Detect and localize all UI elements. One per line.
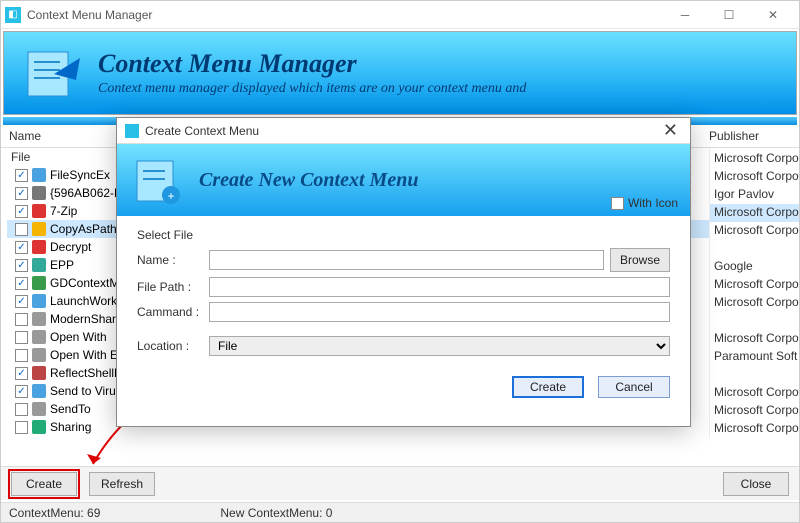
publisher-cell: Igor Pavlov: [710, 186, 799, 204]
checkbox-icon[interactable]: [15, 421, 28, 434]
publisher-cell: Microsoft Corpo: [710, 420, 799, 438]
item-icon: [32, 402, 46, 416]
item-label: SendTo: [50, 402, 91, 416]
publisher-cell: Microsoft Corpo: [710, 204, 799, 222]
dialog-app-icon: [125, 124, 139, 138]
checkbox-icon[interactable]: ✓: [15, 367, 28, 380]
location-select[interactable]: File: [209, 336, 670, 356]
dialog-close-icon[interactable]: ✕: [659, 120, 682, 141]
banner-title: Context Menu Manager: [98, 49, 526, 79]
dialog-heading: Create New Context Menu: [199, 169, 418, 192]
svg-text:+: +: [167, 189, 174, 203]
item-icon: [32, 240, 46, 254]
close-button[interactable]: Close: [723, 472, 789, 496]
dialog-titlebar: Create Context Menu ✕: [117, 118, 690, 144]
item-icon: [32, 222, 46, 236]
column-publisher[interactable]: Publisher: [709, 129, 759, 143]
banner-subtitle: Context menu manager displayed which ite…: [98, 81, 526, 97]
checkbox-icon[interactable]: [15, 403, 28, 416]
publisher-cell: [710, 312, 799, 330]
item-icon: [32, 204, 46, 218]
section-select-file: Select File: [137, 228, 670, 242]
checkbox-icon[interactable]: ✓: [15, 205, 28, 218]
publisher-cell: Microsoft Corpo: [710, 402, 799, 420]
status-bar: ContextMenu: 69 New ContextMenu: 0: [1, 502, 799, 522]
publisher-cell: Microsoft Corpo: [710, 150, 799, 168]
checkbox-icon[interactable]: ✓: [15, 259, 28, 272]
checkbox-icon[interactable]: [15, 349, 28, 362]
checkbox-icon[interactable]: ✓: [15, 187, 28, 200]
status-right: New ContextMenu: 0: [220, 506, 332, 520]
checkbox-icon[interactable]: ✓: [15, 169, 28, 182]
maximize-button[interactable]: ☐: [707, 2, 751, 28]
item-label: EPP: [50, 258, 74, 272]
publisher-cell: [710, 240, 799, 258]
item-icon: [32, 276, 46, 290]
command-input[interactable]: [209, 302, 670, 322]
checkbox-icon[interactable]: [15, 223, 28, 236]
publisher-cell: Google: [710, 258, 799, 276]
publisher-cell: Microsoft Corpo: [710, 168, 799, 186]
checkbox-icon[interactable]: ✓: [15, 385, 28, 398]
with-icon-checkbox[interactable]: With Icon: [611, 196, 678, 210]
close-window-button[interactable]: ✕: [751, 2, 795, 28]
status-left: ContextMenu: 69: [9, 506, 100, 520]
checkbox-icon[interactable]: [15, 313, 28, 326]
refresh-button[interactable]: Refresh: [89, 472, 155, 496]
item-icon: [32, 294, 46, 308]
publisher-cell: Microsoft Corpo: [710, 384, 799, 402]
header-banner: Context Menu Manager Context menu manage…: [3, 31, 797, 115]
button-bar: Create Refresh Close: [1, 466, 799, 500]
item-icon: [32, 420, 46, 434]
create-dialog: Create Context Menu ✕ + Create New Conte…: [116, 117, 691, 427]
minimize-button[interactable]: ─: [663, 2, 707, 28]
dialog-title: Create Context Menu: [145, 124, 259, 138]
publisher-column: Microsoft CorpoMicrosoft CorpoIgor Pavlo…: [709, 148, 799, 438]
window-titlebar: ◧ Context Menu Manager ─ ☐ ✕: [1, 1, 799, 29]
item-label: 7-Zip: [50, 204, 77, 218]
item-icon: [32, 330, 46, 344]
item-label: Open With: [50, 330, 107, 344]
command-label: Cammand :: [137, 305, 203, 319]
item-label: Sharing: [50, 420, 91, 434]
publisher-cell: Microsoft Corpo: [710, 276, 799, 294]
dialog-banner-icon: +: [131, 155, 187, 205]
dialog-cancel-button[interactable]: Cancel: [598, 376, 670, 398]
checkbox-icon[interactable]: ✓: [15, 277, 28, 290]
publisher-cell: Microsoft Corpo: [710, 330, 799, 348]
name-label: Name :: [137, 253, 203, 267]
filepath-label: File Path :: [137, 280, 203, 294]
app-icon: ◧: [5, 7, 21, 23]
publisher-cell: [710, 366, 799, 384]
publisher-cell: Microsoft Corpo: [710, 222, 799, 240]
publisher-cell: Paramount Soft: [710, 348, 799, 366]
browse-button[interactable]: Browse: [610, 248, 670, 272]
list-item[interactable]: StartMenu Pin: [7, 436, 799, 438]
item-icon: [32, 186, 46, 200]
item-label: FileSyncEx: [50, 168, 110, 182]
name-input[interactable]: [209, 250, 604, 270]
item-icon: [32, 348, 46, 362]
location-label: Location :: [137, 339, 203, 353]
item-icon: [32, 168, 46, 182]
publisher-cell: Microsoft Corpo: [710, 294, 799, 312]
dialog-banner: + Create New Context Menu With Icon: [117, 144, 690, 216]
checkbox-icon[interactable]: ✓: [15, 295, 28, 308]
checkbox-icon[interactable]: [15, 331, 28, 344]
item-icon: [32, 312, 46, 326]
item-icon: [32, 258, 46, 272]
item-label: Decrypt: [50, 240, 91, 254]
checkbox-icon[interactable]: ✓: [15, 241, 28, 254]
window-title: Context Menu Manager: [27, 8, 152, 22]
create-button[interactable]: Create: [11, 472, 77, 496]
item-icon: [32, 366, 46, 380]
item-icon: [32, 384, 46, 398]
filepath-input[interactable]: [209, 277, 670, 297]
dialog-create-button[interactable]: Create: [512, 376, 584, 398]
banner-icon: [24, 46, 84, 100]
